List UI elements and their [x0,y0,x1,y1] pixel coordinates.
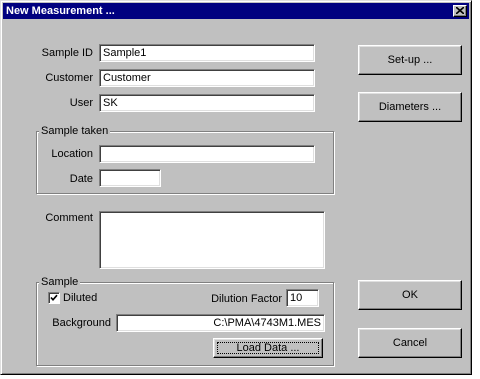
close-icon [456,7,464,14]
diameters-button[interactable]: Diameters ... [358,92,462,122]
background-input[interactable]: C:\PMA\4743M1.MES [116,314,325,332]
setup-button-label: Set-up ... [387,54,433,66]
sample-id-label: Sample ID [41,47,93,59]
close-button[interactable] [453,5,467,17]
user-label: User [69,97,93,109]
window-title: New Measurement ... [6,5,115,17]
diluted-checkbox[interactable] [48,292,60,304]
customer-label: Customer [45,72,93,84]
sample-taken-group-label: Sample taken [39,125,111,137]
diameters-button-label: Diameters ... [378,101,442,113]
background-label: Background [52,317,111,329]
dilution-factor-label: Dilution Factor [211,293,282,305]
load-data-button[interactable]: Load Data ... [213,338,323,358]
sample-group-label: Sample [39,276,81,288]
new-measurement-dialog: New Measurement ... Sample ID Sample1 Cu… [0,0,472,375]
customer-input[interactable]: Customer [99,69,315,87]
checkmark-icon [50,294,58,302]
comment-textarea[interactable] [99,211,325,269]
user-input[interactable]: SK [99,94,315,112]
cancel-button-label: Cancel [392,337,428,349]
location-input[interactable] [99,145,315,163]
ok-button[interactable]: OK [358,280,462,310]
dilution-factor-input[interactable]: 10 [286,289,319,307]
title-bar[interactable]: New Measurement ... [3,3,469,19]
location-label: Location [51,148,93,160]
date-input[interactable] [99,169,161,187]
load-data-button-label: Load Data ... [236,342,300,354]
comment-label: Comment [45,212,93,224]
cancel-button[interactable]: Cancel [358,328,462,358]
diluted-label[interactable]: Diluted [63,290,97,306]
setup-button[interactable]: Set-up ... [358,45,462,75]
date-label: Date [69,173,93,185]
ok-button-label: OK [402,289,418,301]
sample-id-input[interactable]: Sample1 [99,44,315,62]
